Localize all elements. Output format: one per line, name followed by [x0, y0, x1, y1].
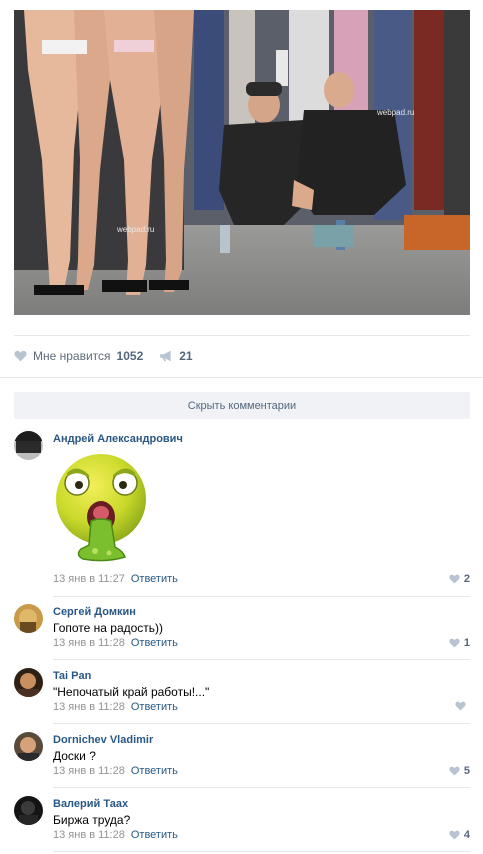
share-count: 21: [179, 349, 193, 363]
divider: [14, 335, 470, 336]
comment-like-button[interactable]: [455, 701, 470, 711]
comment-like-count: 2: [463, 573, 470, 585]
comment-like-button[interactable]: 4: [449, 829, 470, 841]
comment-author[interactable]: Dornichev Vladimir: [53, 734, 153, 746]
avatar[interactable]: [14, 668, 43, 697]
post-photo[interactable]: webpad.ru webpad.ru: [14, 10, 470, 315]
avatar[interactable]: [14, 732, 43, 761]
divider: [53, 787, 470, 788]
comment: Андрей Александрович 13 янв в 11:27 Отве…: [14, 431, 470, 591]
comment: Dornichev Vladimir Доски ? 13 янв в 11:2…: [14, 732, 470, 782]
vomiting-smiley-icon: [56, 454, 146, 562]
avatar[interactable]: [14, 604, 43, 633]
reply-button[interactable]: Ответить: [131, 637, 178, 649]
share-button[interactable]: 21: [143, 349, 193, 363]
reply-button[interactable]: Ответить: [131, 573, 178, 585]
comment-time[interactable]: 13 янв в 11:28: [53, 637, 125, 649]
comment-like-count: 5: [463, 765, 470, 777]
comment-author[interactable]: Tai Pan: [53, 670, 91, 682]
comment-like-button[interactable]: 1: [449, 637, 470, 649]
reply-button[interactable]: Ответить: [131, 701, 178, 713]
comment-time[interactable]: 13 янв в 11:28: [53, 829, 125, 841]
comment-meta: 13 янв в 11:28 Ответить: [53, 701, 178, 713]
heart-icon: [449, 766, 460, 776]
watermark-top: webpad.ru: [376, 108, 414, 117]
reply-button[interactable]: Ответить: [131, 829, 178, 841]
heart-icon: [455, 701, 466, 711]
comment-text: Доски ?: [53, 749, 96, 763]
divider: [53, 659, 470, 660]
comment-meta: 13 янв в 11:27 Ответить: [53, 573, 178, 585]
heart-icon: [449, 574, 460, 584]
comment-author[interactable]: Андрей Александрович: [53, 433, 183, 445]
comment-time[interactable]: 13 янв в 11:28: [53, 765, 125, 777]
comment-like-button[interactable]: 5: [449, 765, 470, 777]
comment-like-count: 1: [463, 637, 470, 649]
divider: [53, 723, 470, 724]
heart-icon: [14, 350, 27, 362]
reply-button[interactable]: Ответить: [131, 765, 178, 777]
comment-like-count: 4: [463, 829, 470, 841]
divider: [0, 377, 483, 378]
comment-time[interactable]: 13 янв в 11:28: [53, 701, 125, 713]
heart-icon: [449, 830, 460, 840]
comment-meta: 13 янв в 11:28 Ответить: [53, 829, 178, 841]
hide-comments-button[interactable]: Скрыть комментарии: [14, 392, 470, 419]
post-actions: Мне нравится 1052 21: [14, 346, 193, 366]
like-count: 1052: [116, 349, 144, 363]
megaphone-icon: [160, 350, 171, 362]
divider: [53, 596, 470, 597]
comment: Валерий Таах Биржа труда? 13 янв в 11:28…: [14, 796, 470, 846]
comment-text: Биржа труда?: [53, 813, 131, 827]
comment-like-button[interactable]: 2: [449, 573, 470, 585]
comment-meta: 13 янв в 11:28 Ответить: [53, 637, 178, 649]
comment: Tai Pan "Непочатый край работы!..." 13 я…: [14, 668, 470, 718]
divider: [53, 851, 470, 852]
comment-time[interactable]: 13 янв в 11:27: [53, 573, 125, 585]
comment-author[interactable]: Валерий Таах: [53, 798, 128, 810]
vomiting-smiley-sticker: [53, 447, 151, 565]
comment-text: "Непочатый край работы!...": [53, 685, 210, 699]
like-label: Мне нравится: [33, 349, 111, 363]
like-button[interactable]: Мне нравится 1052: [14, 349, 143, 363]
avatar[interactable]: [14, 431, 43, 460]
avatar[interactable]: [14, 796, 43, 825]
comment: Сергей Домкин Гопоте на радость)) 13 янв…: [14, 604, 470, 654]
heart-icon: [449, 638, 460, 648]
comment-author[interactable]: Сергей Домкин: [53, 606, 136, 618]
watermark-bottom: webpad.ru: [116, 225, 154, 234]
comment-meta: 13 янв в 11:28 Ответить: [53, 765, 178, 777]
comment-text: Гопоте на радость)): [53, 621, 164, 635]
